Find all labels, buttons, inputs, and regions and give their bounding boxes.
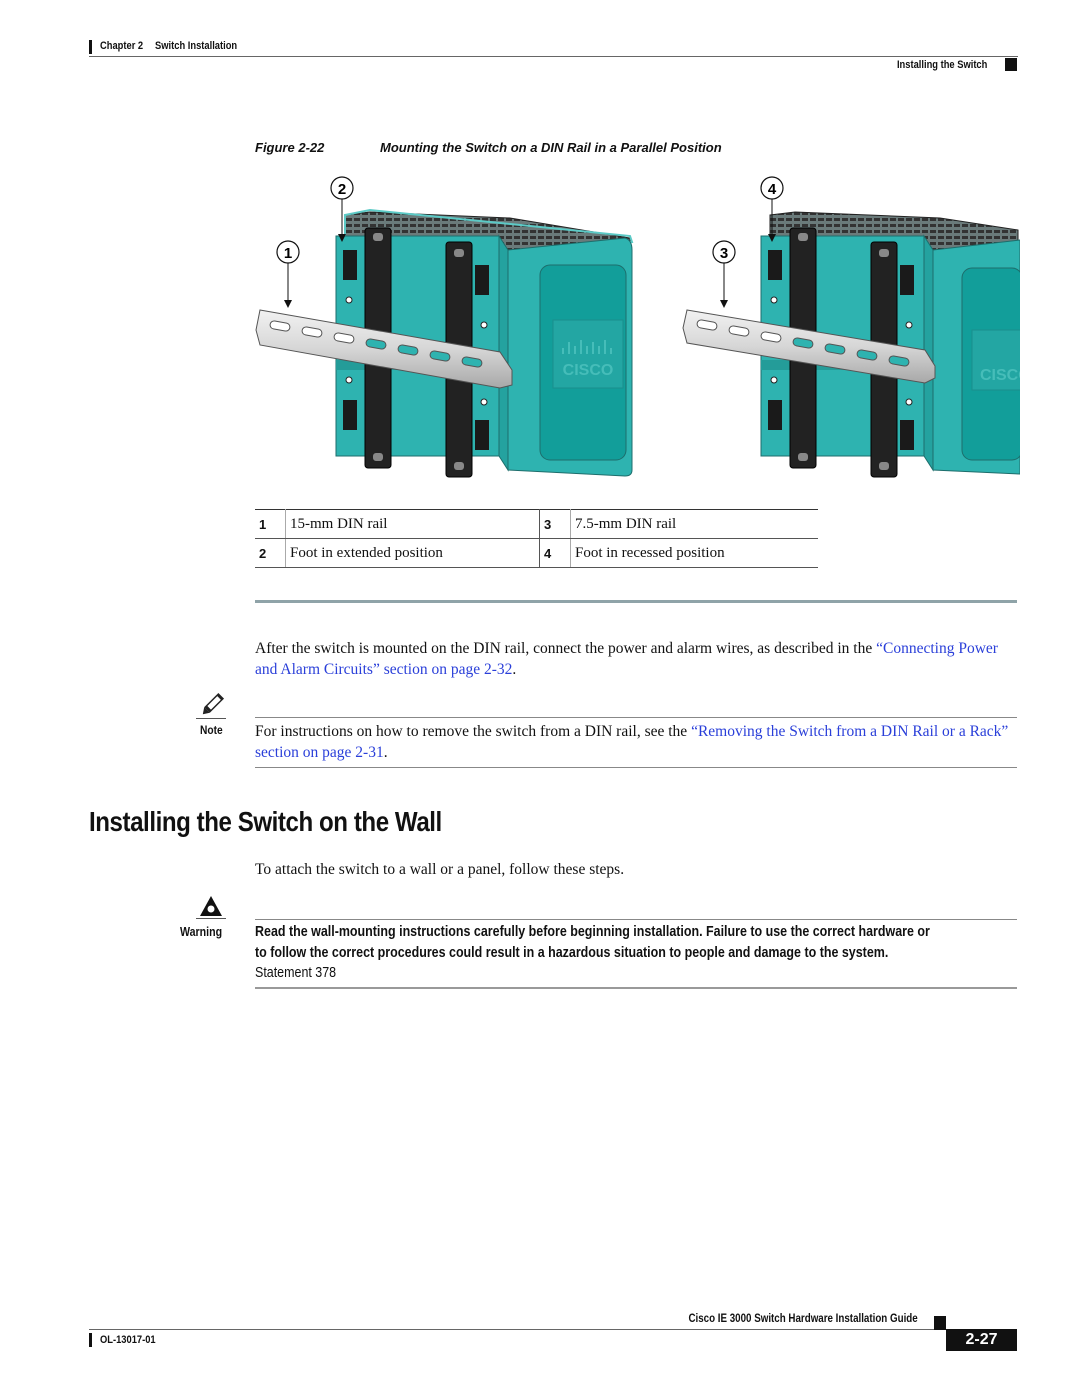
callout-1: 1 <box>276 240 300 308</box>
svg-text:3: 3 <box>720 245 728 262</box>
legend-number: 1 <box>255 509 286 539</box>
warning-icon <box>200 896 222 916</box>
table-row: 1 15-mm DIN rail 3 7.5-mm DIN rail <box>255 509 818 539</box>
footer-doc-number: OL-13017-01 <box>100 1334 156 1346</box>
paragraph-text: After the switch is mounted on the DIN r… <box>255 640 877 657</box>
legend-number: 3 <box>539 509 571 539</box>
svg-text:2: 2 <box>338 181 346 198</box>
footer-block <box>934 1316 946 1330</box>
note-rule-bottom <box>255 767 1017 768</box>
svg-text:4: 4 <box>768 181 777 198</box>
table-row: 2 Foot in extended position 4 Foot in re… <box>255 538 818 568</box>
header-section: Installing the Switch <box>896 59 987 71</box>
note-label: Note <box>200 723 223 737</box>
legend-number: 4 <box>539 538 571 568</box>
footer-guide-title: Cisco IE 3000 Switch Hardware Installati… <box>688 1313 918 1325</box>
header-rule <box>89 56 1018 57</box>
note-end: . <box>383 744 388 761</box>
body-paragraph: After the switch is mounted on the DIN r… <box>255 638 1020 680</box>
warning-icon-rule <box>196 918 226 919</box>
footer-rule <box>89 1329 934 1330</box>
figure-caption: Figure 2-22 Mounting the Switch on a DIN … <box>255 140 722 155</box>
header-bar <box>89 40 92 54</box>
figure-number: Figure 2-22 <box>255 140 325 155</box>
header-chapter: Chapter 2 Switch Installation <box>100 40 249 52</box>
cisco-logo-right: CISCO <box>980 367 1020 384</box>
section-heading: Installing the Switch on the Wall <box>89 806 442 837</box>
figure-title: Mounting the Switch on a DIN Rail in a P… <box>380 140 722 155</box>
figure-legend-table: 1 15-mm DIN rail 3 7.5-mm DIN rail 2 Foo… <box>255 509 818 568</box>
warning-body: Read the wall-mounting instructions care… <box>255 924 930 961</box>
svg-text:1: 1 <box>284 245 292 262</box>
legend-number: 2 <box>255 538 286 568</box>
legend-text: Foot in recessed position <box>570 538 818 568</box>
legend-text: 7.5-mm DIN rail <box>570 509 818 539</box>
chapter-number: Chapter 2 <box>100 40 144 52</box>
legend-text: 15-mm DIN rail <box>285 509 540 539</box>
note-text: For instructions on how to remove the sw… <box>255 721 1020 763</box>
legend-text: Foot in extended position <box>285 538 540 568</box>
warning-rule-bottom <box>255 987 1017 989</box>
warning-label: Warning <box>180 925 223 939</box>
warning-statement: Statement 378 <box>255 965 337 981</box>
page-number: 2-27 <box>946 1329 1017 1351</box>
warning-text: Read the wall-mounting instructions care… <box>255 922 943 984</box>
note-rule-top <box>255 717 1017 718</box>
footer-bar <box>89 1333 92 1347</box>
chapter-title: Switch Installation <box>155 40 238 52</box>
callout-3: 3 <box>712 240 736 308</box>
section-intro: To attach the switch to a wall or a pane… <box>255 861 625 878</box>
note-body: For instructions on how to remove the sw… <box>255 723 692 740</box>
cisco-logo-left: CISCO <box>563 362 614 379</box>
paragraph-end: . <box>512 661 517 678</box>
pencil-icon <box>202 692 225 715</box>
warning-rule-top <box>255 919 1017 920</box>
header-block <box>1005 58 1017 71</box>
switch-left: CISCO <box>255 208 634 478</box>
din-rail-figure: CISCO CISC 2 1 4 3 <box>255 176 1020 478</box>
note-icon-rule <box>196 718 226 719</box>
figure-separator <box>255 600 1017 603</box>
